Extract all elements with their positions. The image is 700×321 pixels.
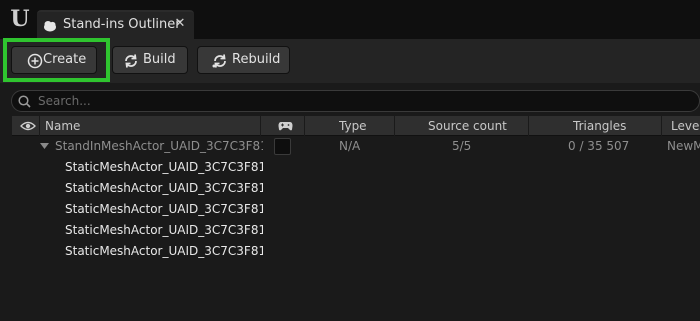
rebuild-icon bbox=[212, 54, 226, 68]
stand-in-icon bbox=[44, 21, 56, 32]
rebuild-button[interactable]: Rebuild bbox=[197, 46, 290, 74]
table-row-stand-in[interactable]: StandInMeshActor_UAID_3C7C3F81 N/A 5/5 0… bbox=[12, 136, 700, 157]
column-separator[interactable] bbox=[260, 116, 261, 136]
tab-title: Stand-ins Outliner bbox=[63, 17, 181, 32]
column-name[interactable]: Name bbox=[45, 116, 255, 136]
table-row[interactable]: StaticMeshActor_UAID_3C7C3F81 bbox=[12, 199, 700, 220]
table-row[interactable]: StaticMeshActor_UAID_3C7C3F81 bbox=[12, 178, 700, 199]
column-separator[interactable] bbox=[39, 116, 40, 136]
build-button[interactable]: Build bbox=[112, 46, 188, 74]
row-level: NewM bbox=[667, 139, 700, 153]
row-source-count: 5/5 bbox=[452, 139, 472, 153]
table-row[interactable]: StaticMeshActor_UAID_3C7C3F81 bbox=[12, 157, 700, 178]
rebuild-label: Rebuild bbox=[232, 52, 281, 67]
unreal-engine-logo-icon[interactable]: U bbox=[8, 6, 32, 32]
column-separator[interactable] bbox=[661, 116, 662, 136]
tab-bar: U Stand-ins Outliner ✕ bbox=[0, 0, 700, 39]
column-source-count[interactable]: Source count bbox=[428, 116, 528, 136]
table-row[interactable]: StaticMeshActor_UAID_3C7C3F81 bbox=[12, 241, 700, 262]
column-level[interactable]: Leve bbox=[671, 116, 700, 136]
search-box[interactable] bbox=[11, 90, 700, 112]
row-name: StandInMeshActor_UAID_3C7C3F81 bbox=[55, 139, 263, 153]
close-icon[interactable]: ✕ bbox=[173, 16, 187, 32]
game-checkbox[interactable] bbox=[274, 138, 291, 155]
row-name: StaticMeshActor_UAID_3C7C3F81 bbox=[65, 223, 263, 237]
row-name: StaticMeshActor_UAID_3C7C3F81 bbox=[65, 160, 263, 174]
refresh-icon bbox=[125, 54, 137, 68]
column-triangles[interactable]: Triangles bbox=[573, 116, 653, 136]
row-name: StaticMeshActor_UAID_3C7C3F81 bbox=[65, 202, 263, 216]
column-type[interactable]: Type bbox=[339, 116, 399, 136]
expand-arrow-icon[interactable] bbox=[40, 143, 49, 150]
search-input[interactable] bbox=[38, 92, 678, 110]
column-separator[interactable] bbox=[304, 116, 305, 136]
eye-icon[interactable] bbox=[20, 120, 36, 132]
column-separator[interactable] bbox=[528, 116, 529, 136]
row-name: StaticMeshActor_UAID_3C7C3F81 bbox=[65, 244, 263, 258]
row-name: StaticMeshActor_UAID_3C7C3F81 bbox=[65, 181, 263, 195]
row-triangles: 0 / 35 507 bbox=[568, 139, 630, 153]
create-button-highlight bbox=[3, 38, 110, 82]
column-header: Name Type Source count Triangles Leve bbox=[12, 116, 700, 136]
search-icon bbox=[18, 95, 31, 108]
gamepad-icon[interactable] bbox=[278, 120, 293, 132]
column-separator[interactable] bbox=[394, 116, 395, 136]
build-label: Build bbox=[143, 52, 176, 67]
row-type: N/A bbox=[339, 139, 361, 153]
table-row[interactable]: StaticMeshActor_UAID_3C7C3F81 bbox=[12, 220, 700, 241]
tab-stand-ins-outliner[interactable]: Stand-ins Outliner ✕ bbox=[37, 10, 194, 39]
